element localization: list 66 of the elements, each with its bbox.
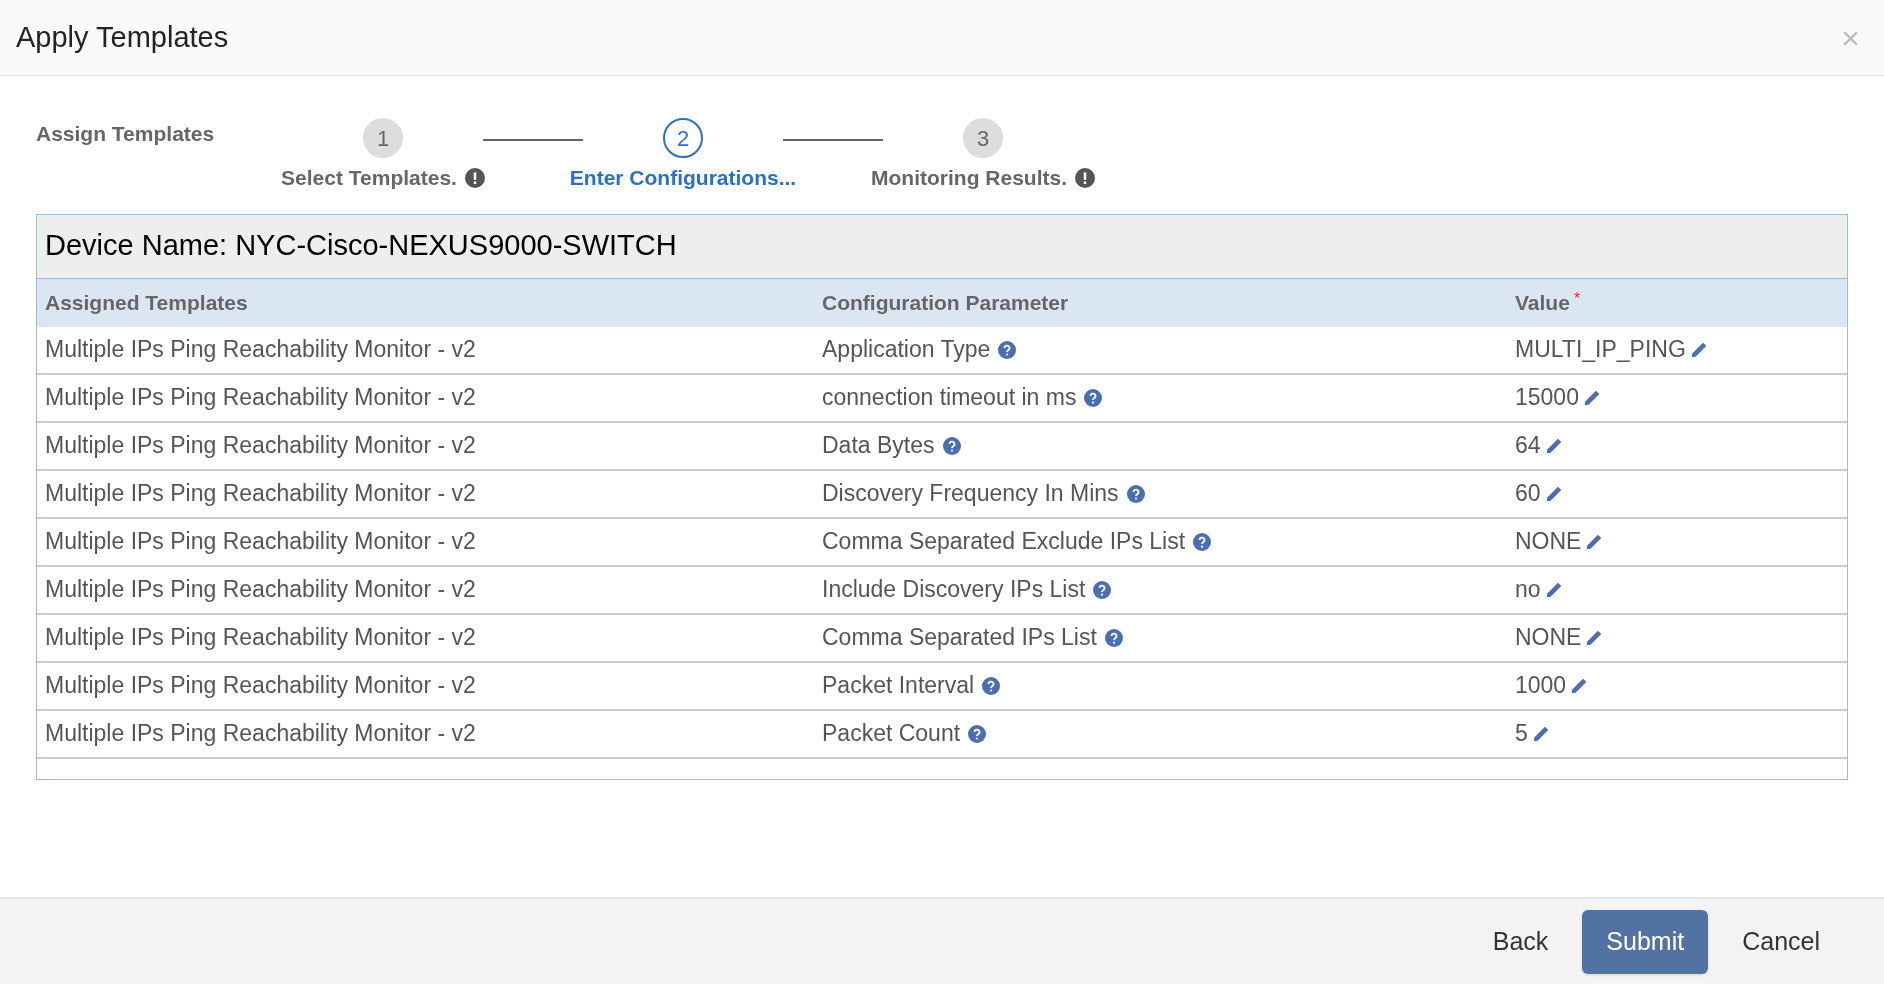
table-cell-text: Multiple IPs Ping Reachability Monitor - v2	[45, 527, 477, 557]
table-cell-text: Multiple IPs Ping Reachability Monitor - v2	[45, 671, 477, 701]
pencil-icon[interactable]	[1544, 484, 1563, 503]
help-icon[interactable]	[968, 724, 987, 743]
pencil-icon[interactable]	[1570, 676, 1589, 695]
dialog-title: Apply Templates	[16, 19, 229, 55]
table-cell-text: Comma Separated IPs List	[822, 623, 1097, 653]
table-cell-text: Comma Separated Exclude IPs List	[822, 527, 1186, 557]
table-cell-text: Multiple IPs Ping Reachability Monitor - v2	[45, 719, 477, 749]
text-button[interactable]: Cancel	[1728, 909, 1834, 974]
required-asterisk: *	[1573, 288, 1581, 309]
table-cell-text: Packet Count	[822, 719, 961, 749]
pencil-icon[interactable]	[1544, 436, 1563, 455]
wizard-label: Assign Templates	[36, 121, 216, 147]
table-cell-text: Multiple IPs Ping Reachability Monitor - v2	[45, 383, 477, 413]
table-cell-text: connection timeout in ms	[822, 383, 1077, 413]
pencil-icon[interactable]	[1585, 628, 1604, 647]
column-header: Assigned Templates	[45, 289, 248, 316]
pencil-icon[interactable]	[1689, 340, 1708, 359]
step-number: 1	[363, 118, 403, 158]
exclamation-icon	[464, 167, 485, 188]
table-cell-text: Include Discovery IPs List	[822, 575, 1086, 605]
table-cell-text: Multiple IPs Ping Reachability Monitor - v2	[45, 479, 477, 509]
help-icon[interactable]	[998, 340, 1017, 359]
pencil-icon[interactable]	[1585, 532, 1604, 551]
table-cell-text: MULTI_IP_PING	[1515, 335, 1686, 365]
submit-button[interactable]: Submit	[1582, 909, 1709, 974]
table-cell-text: Packet Interval	[822, 671, 975, 701]
help-icon[interactable]	[1093, 580, 1112, 599]
pencil-icon[interactable]	[1531, 724, 1550, 743]
pencil-icon[interactable]	[1582, 388, 1601, 407]
help-icon[interactable]	[982, 676, 1001, 695]
pencil-icon[interactable]	[1544, 580, 1563, 599]
text-button[interactable]: Back	[1478, 909, 1563, 974]
help-icon[interactable]	[1104, 628, 1123, 647]
table-cell-text: Multiple IPs Ping Reachability Monitor - v2	[45, 335, 477, 365]
table-cell-text: Discovery Frequency In Mins	[822, 479, 1119, 509]
step-number: 3	[963, 118, 1003, 158]
table-cell-text: NONE	[1515, 623, 1582, 653]
table-cell-text: 15000	[1515, 383, 1579, 413]
table-cell-text: no	[1515, 575, 1541, 605]
step-number: 2	[663, 118, 703, 158]
table-cell-text: Multiple IPs Ping Reachability Monitor - v2	[45, 623, 477, 653]
table-cell-text: 1000	[1515, 671, 1567, 701]
table-cell-text: Multiple IPs Ping Reachability Monitor - v2	[45, 431, 477, 461]
step-label: Select Templates.	[281, 165, 457, 191]
wizard-step[interactable]: 3 Monitoring Results.	[863, 118, 1103, 194]
help-icon[interactable]	[942, 436, 961, 455]
help-icon[interactable]	[1126, 484, 1145, 503]
table-cell-text: Application Type	[822, 335, 991, 365]
exclamation-icon	[1075, 167, 1095, 188]
help-icon[interactable]	[1193, 532, 1212, 551]
step-label: Monitoring Results.	[871, 165, 1067, 191]
help-icon[interactable]	[1084, 388, 1103, 407]
column-header: Configuration Parameter	[822, 289, 1069, 316]
step-label: Enter Configurations...	[569, 165, 797, 191]
column-header: Value	[1515, 289, 1570, 316]
table-cell-text: NONE	[1515, 527, 1582, 557]
table-cell-text: 60	[1515, 479, 1541, 509]
wizard-step[interactable]: 2 Enter Configurations...	[563, 118, 803, 194]
device-title: Device Name: NYC-Cisco-NEXUS9000-SWITCH	[37, 214, 1847, 279]
wizard-step[interactable]: 1 Select Templates.	[263, 118, 503, 194]
table-cell-text: Multiple IPs Ping Reachability Monitor - v2	[45, 575, 477, 605]
table-cell-text: 64	[1515, 431, 1541, 461]
table-cell-text: Data Bytes	[822, 431, 935, 461]
table-cell-text: 5	[1515, 719, 1528, 749]
